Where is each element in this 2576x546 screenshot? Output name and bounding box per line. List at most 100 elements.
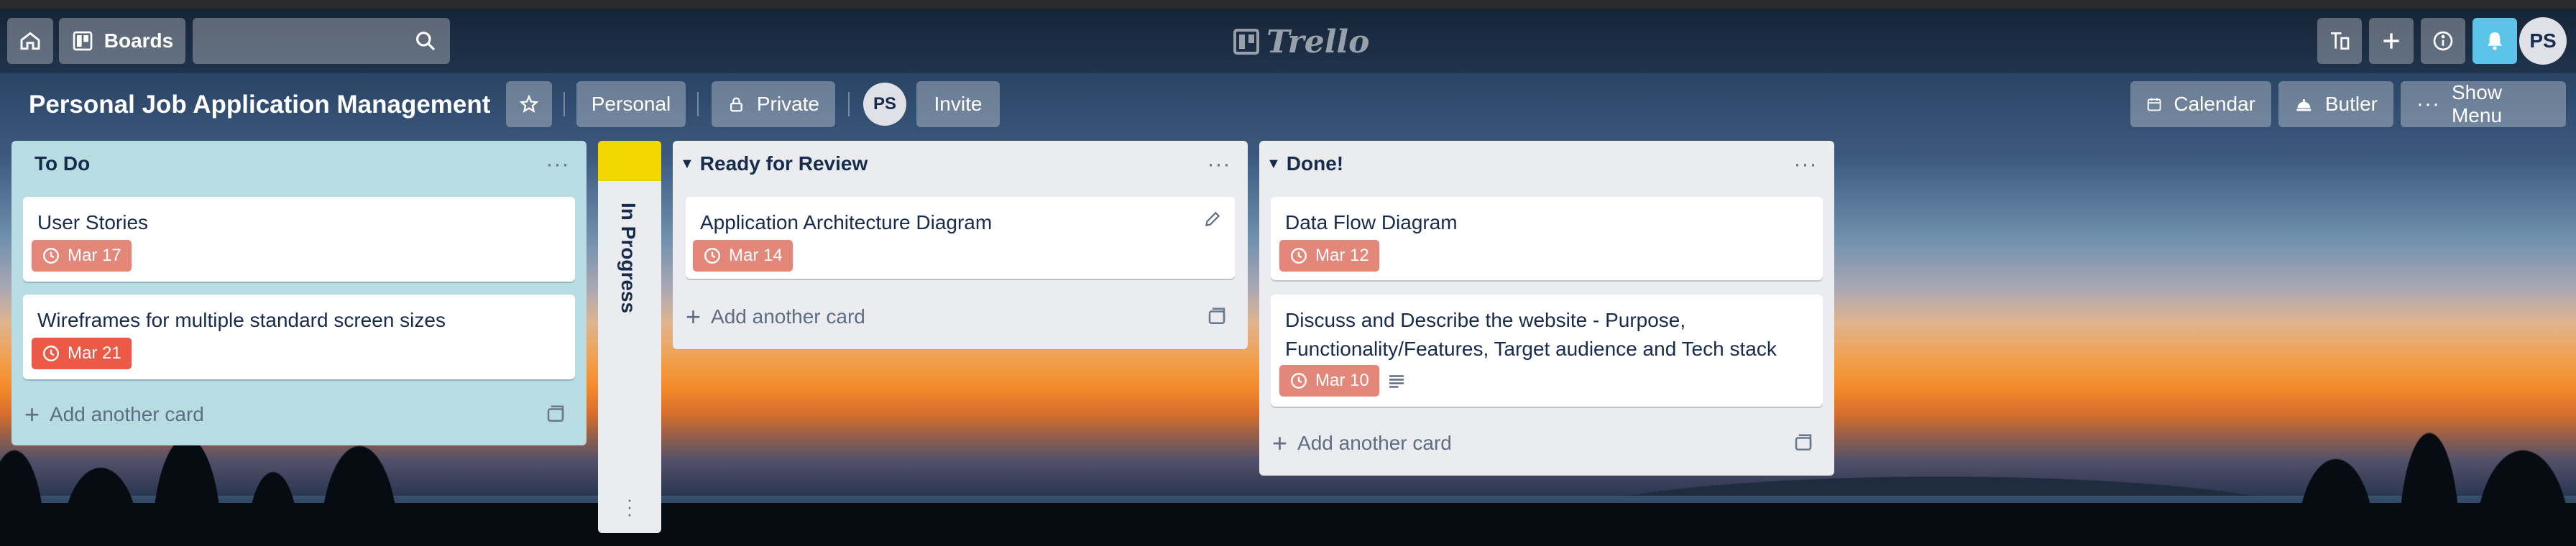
calendar-icon	[2147, 98, 2161, 111]
due-date-badge[interactable]: Mar 14	[693, 240, 793, 272]
list-ready-for-review: ▼ Ready for Review ··· Application Archi…	[673, 141, 1248, 349]
team-label: Personal	[591, 93, 671, 115]
add-card-button[interactable]: + Add another card	[24, 397, 204, 432]
clock-icon	[1291, 373, 1307, 389]
switch-board-button[interactable]	[2317, 18, 2362, 64]
card-user-stories[interactable]: User Stories Mar 17	[23, 197, 575, 282]
card-title: Wireframes for multiple standard screen …	[37, 309, 446, 331]
calendar-label: Calendar	[2174, 93, 2255, 115]
add-card-label: Add another card	[50, 403, 204, 425]
list-menu-button[interactable]: ···	[598, 490, 661, 523]
card-discuss-website[interactable]: Discuss and Describe the website - Purpo…	[1271, 295, 1823, 407]
plus-icon: +	[686, 302, 702, 331]
due-date-badge[interactable]: Mar 21	[32, 338, 132, 369]
trello-logo-icon	[1233, 29, 1259, 55]
create-button[interactable]	[2369, 18, 2414, 64]
trello-logo[interactable]: Trello	[1233, 22, 1370, 62]
card-data-flow-diagram[interactable]: Data Flow Diagram Mar 12	[1271, 197, 1823, 280]
list-done: ▼ Done! ··· Data Flow Diagram Mar 12 Dis…	[1259, 141, 1834, 476]
list-menu-button[interactable]: ···	[543, 152, 572, 176]
collapse-caret-icon[interactable]: ▼	[1266, 156, 1281, 172]
due-date-label: Mar 21	[68, 343, 121, 363]
card-template-icon[interactable]	[1206, 306, 1228, 328]
list-title: Ready for Review	[699, 152, 868, 175]
star-board-button[interactable]	[506, 81, 552, 127]
plus-icon: +	[1272, 428, 1288, 458]
list-title: In Progress	[617, 203, 640, 314]
butler-icon	[2296, 99, 2312, 111]
home-button[interactable]	[7, 18, 53, 64]
due-date-badge[interactable]: Mar 12	[1279, 240, 1379, 272]
list-menu-button[interactable]: ···	[1791, 152, 1820, 176]
add-card-button[interactable]: + Add another card	[1272, 425, 1452, 461]
due-date-label: Mar 14	[729, 246, 783, 265]
add-card-label: Add another card	[1297, 432, 1452, 454]
butler-label: Butler	[2324, 93, 2378, 115]
due-date-badge[interactable]: Mar 10	[1279, 365, 1379, 397]
bell-icon	[2488, 32, 2502, 50]
card-title: Discuss and Describe the website - Purpo…	[1285, 309, 1777, 360]
clock-icon	[1291, 248, 1307, 264]
user-avatar[interactable]: PS	[2519, 17, 2567, 65]
due-date-label: Mar 12	[1315, 246, 1369, 265]
calendar-button[interactable]: Calendar	[2130, 81, 2271, 127]
card-wireframes[interactable]: Wireframes for multiple standard screen …	[23, 295, 575, 379]
due-date-label: Mar 17	[68, 246, 121, 265]
trello-logo-text: Trello	[1266, 23, 1370, 60]
card-template-icon[interactable]	[1793, 432, 1814, 454]
invite-label: Invite	[934, 93, 983, 115]
search-field[interactable]	[193, 18, 450, 64]
lock-icon	[730, 97, 742, 112]
collapse-caret-icon[interactable]: ▼	[680, 156, 694, 172]
add-card-label: Add another card	[711, 305, 865, 328]
more-icon: ···	[2416, 92, 2440, 116]
list-title: Done!	[1286, 152, 1344, 175]
star-icon	[519, 94, 539, 113]
due-date-badge[interactable]: Mar 17	[32, 240, 132, 272]
card-template-icon[interactable]	[545, 404, 566, 425]
list-menu-button[interactable]: ···	[1205, 152, 1233, 176]
butler-button[interactable]: Butler	[2278, 81, 2393, 127]
list-todo: To Do ··· User Stories Mar 17 Wireframes…	[12, 141, 586, 445]
list-label-color	[598, 141, 661, 181]
board-title[interactable]: Personal Job Application Management	[20, 85, 499, 125]
list-title[interactable]: To Do	[12, 141, 586, 187]
window-frame	[0, 0, 2576, 9]
info-icon	[2433, 31, 2453, 51]
show-menu-label: Show Menu	[2451, 81, 2503, 126]
add-card-button[interactable]: + Add another card	[686, 299, 865, 335]
notifications-button[interactable]	[2472, 18, 2517, 64]
clock-icon	[43, 248, 59, 264]
home-icon	[20, 32, 40, 50]
card-title: Data Flow Diagram	[1285, 211, 1458, 233]
list-header[interactable]: ▼ Ready for Review	[673, 141, 1248, 187]
pencil-icon[interactable]	[1203, 210, 1222, 228]
team-visibility-button[interactable]: Personal	[576, 81, 686, 127]
invite-button[interactable]: Invite	[916, 81, 1000, 127]
privacy-button[interactable]: Private	[712, 81, 835, 127]
info-button[interactable]	[2421, 18, 2465, 64]
header-divider	[848, 92, 850, 116]
plus-icon	[2383, 33, 2399, 49]
card-architecture-diagram[interactable]: Application Architecture Diagram Mar 14	[686, 197, 1235, 279]
list-in-progress-collapsed[interactable]: In Progress · · ·	[598, 141, 661, 533]
member-avatar[interactable]: PS	[863, 83, 906, 126]
boards-icon	[73, 31, 93, 51]
search-icon[interactable]	[414, 29, 437, 52]
card-title: User Stories	[37, 211, 149, 233]
list-header[interactable]: ▼ Done!	[1259, 141, 1834, 187]
search-input[interactable]	[193, 18, 450, 64]
privacy-label: Private	[756, 93, 819, 115]
header-divider	[564, 92, 565, 116]
clock-icon	[704, 248, 720, 264]
board-switch-icon	[2331, 32, 2350, 50]
clock-icon	[43, 346, 59, 361]
description-icon	[1389, 375, 1404, 388]
due-date-label: Mar 10	[1315, 371, 1369, 390]
boards-button[interactable]: Boards	[59, 18, 185, 64]
plus-icon: +	[24, 399, 40, 429]
header-divider	[697, 92, 699, 116]
card-title: Application Architecture Diagram	[700, 211, 993, 233]
boards-label: Boards	[104, 29, 174, 52]
show-menu-button[interactable]: ··· Show Menu	[2401, 81, 2566, 127]
